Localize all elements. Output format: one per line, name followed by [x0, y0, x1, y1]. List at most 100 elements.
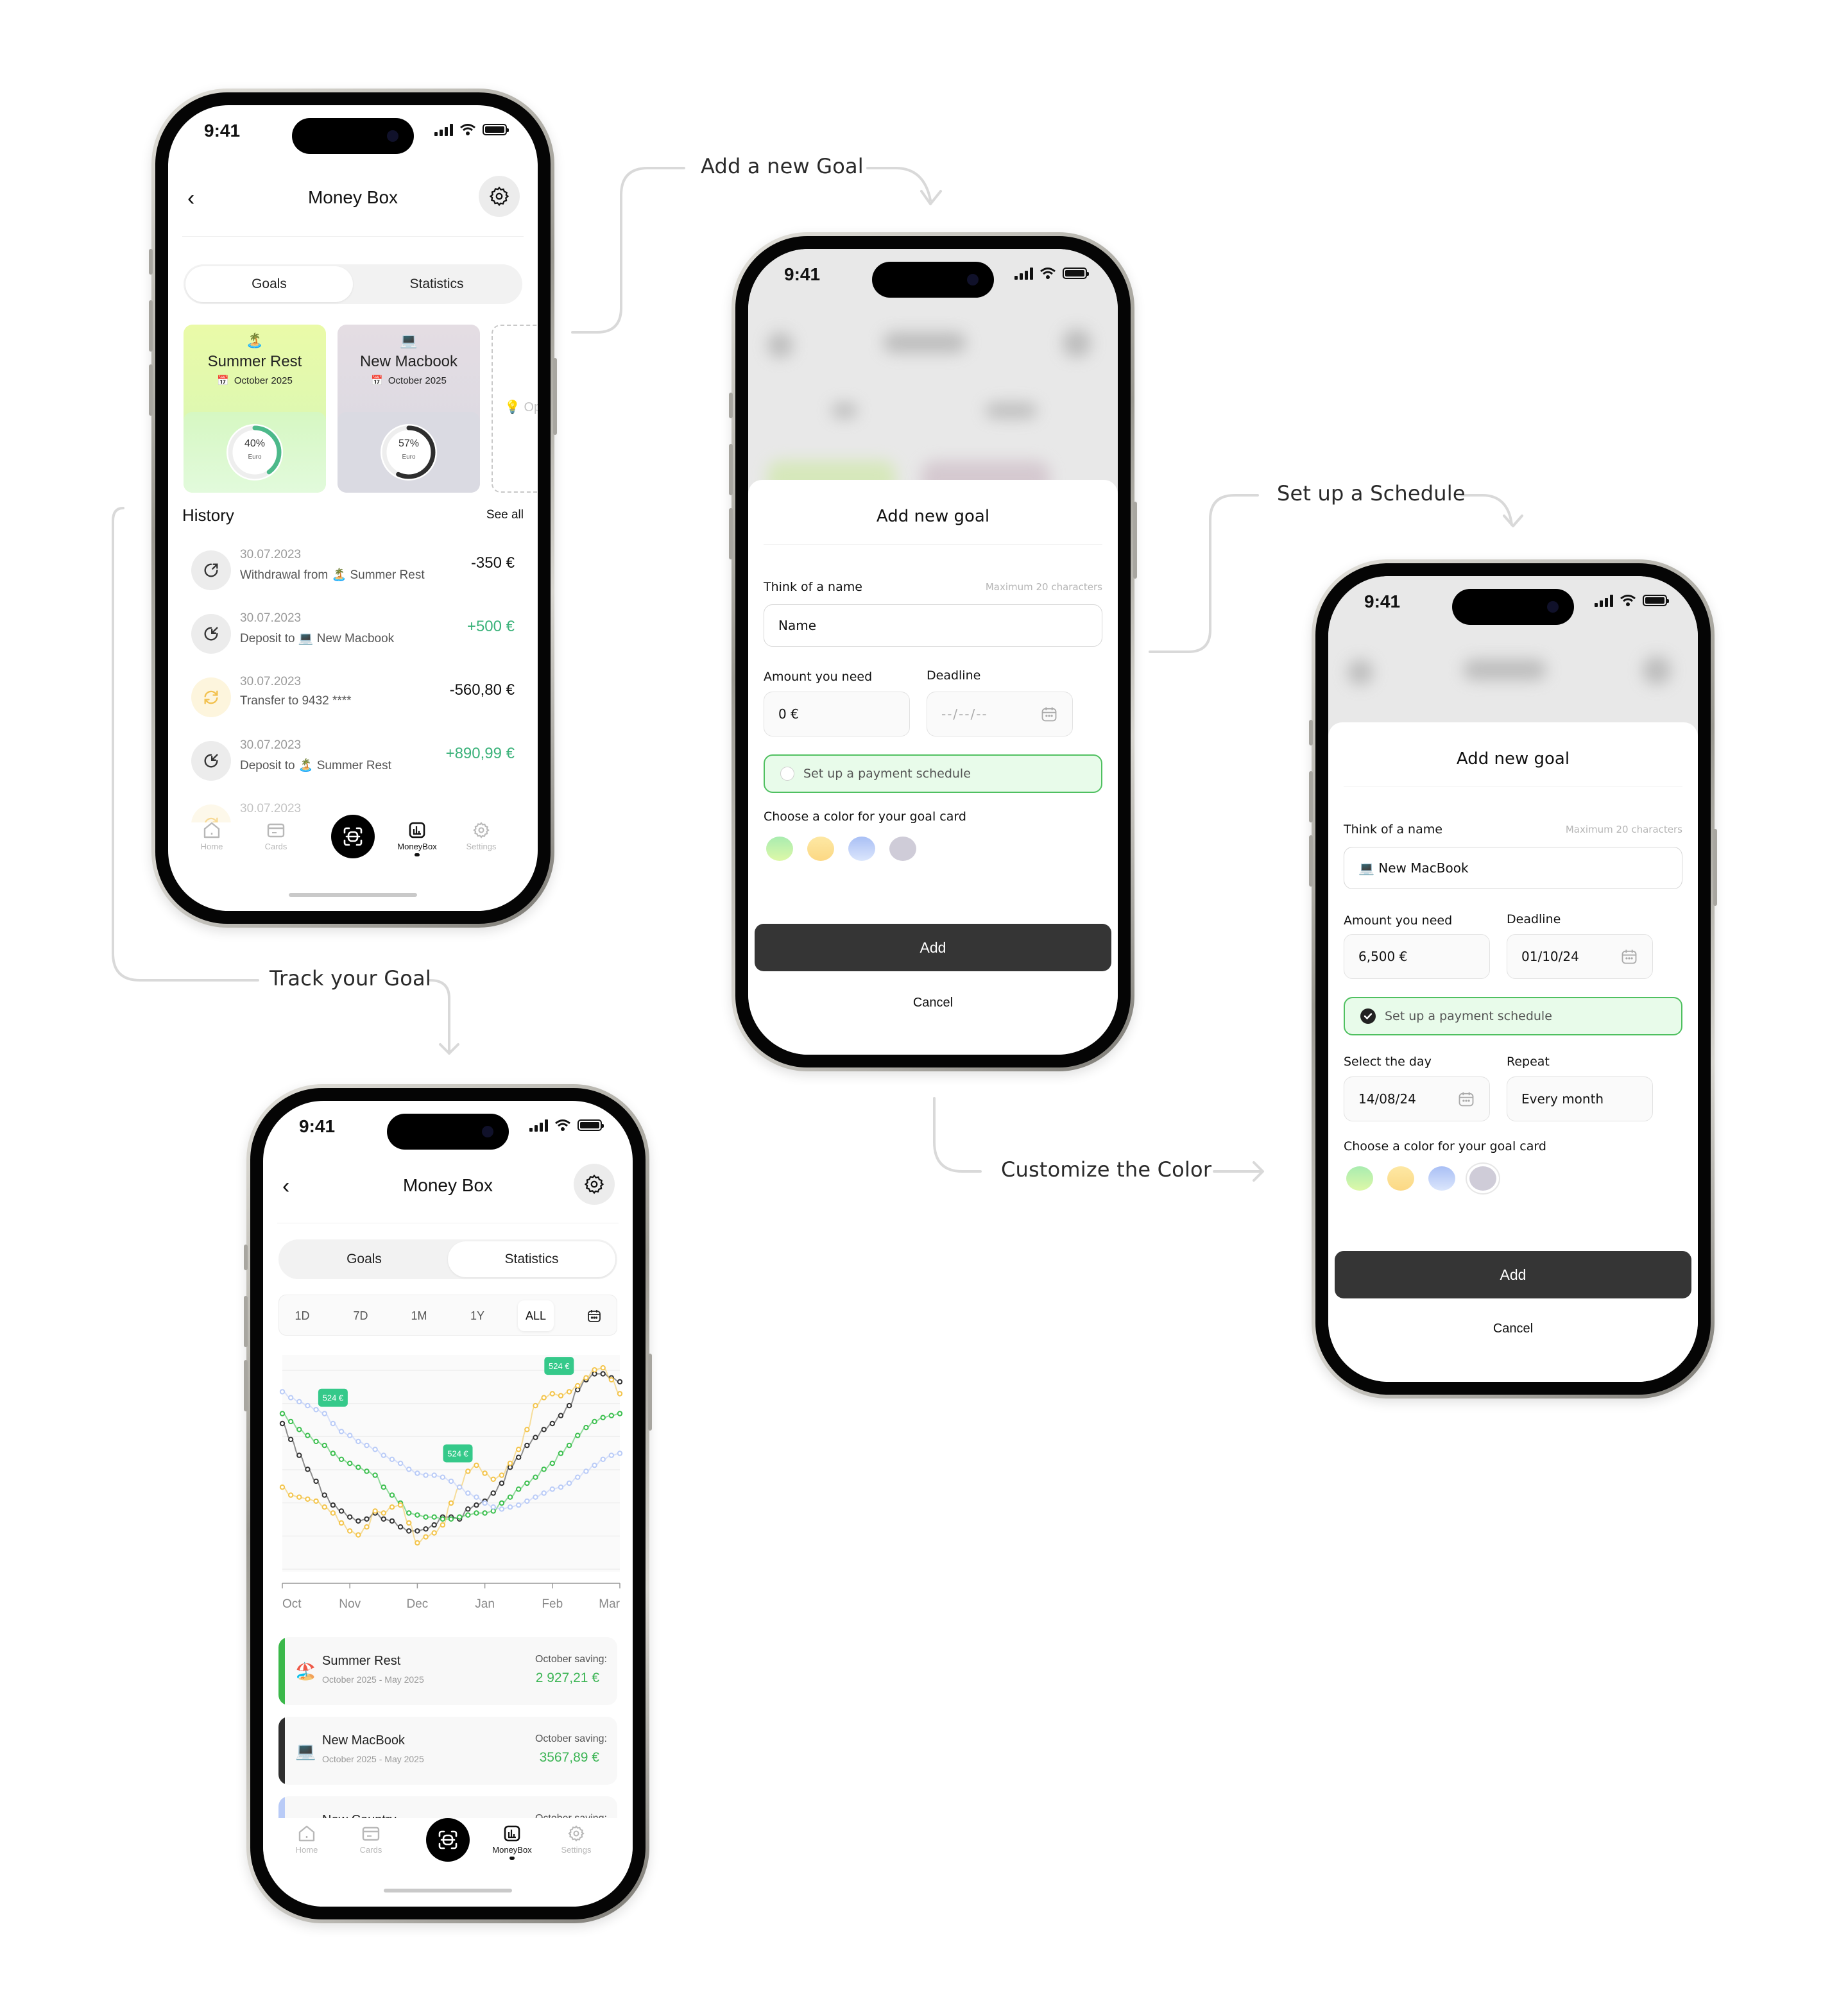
period-all[interactable]: ALL: [518, 1300, 554, 1331]
data-point-yellow: [482, 1470, 488, 1476]
payment-schedule-toggle[interactable]: Set up a payment schedule: [1344, 997, 1682, 1035]
swatch-green[interactable]: [1346, 1166, 1373, 1191]
data-point-green: [456, 1514, 463, 1520]
swatch-gray[interactable]: [889, 837, 916, 861]
saving-label: October saving:: [535, 1654, 607, 1665]
swatch-green[interactable]: [766, 837, 793, 861]
scan-button[interactable]: [426, 1818, 470, 1862]
connector-schedule-arrow: [1460, 494, 1513, 526]
data-point-green: [440, 1516, 446, 1522]
add-goal-card[interactable]: 💡 Op: [492, 325, 538, 493]
status-time: 9:41: [784, 264, 821, 284]
cancel-button[interactable]: Cancel: [748, 996, 1118, 1010]
tab-statistics[interactable]: Statistics: [448, 1241, 615, 1277]
data-point-yellow: [321, 1504, 327, 1510]
tab-moneybox[interactable]: MoneyBox: [391, 821, 443, 856]
color-label: Choose a color for your goal card: [764, 810, 966, 824]
data-point-black: [313, 1478, 319, 1484]
deadline-input[interactable]: 01/10/24: [1507, 934, 1653, 979]
data-point-green: [305, 1433, 311, 1438]
saving-card[interactable]: 💻 New MacBook October 2025 - May 2025 Octob…: [278, 1717, 617, 1785]
name-placeholder: Name: [778, 618, 817, 633]
data-point-blue: [516, 1502, 522, 1508]
amount-input[interactable]: 0 €: [764, 692, 910, 736]
day-value: 14/08/24: [1358, 1091, 1416, 1107]
phone-statistics-screen: 9:41 ‹ Money Box Goals Statistics 1D 7D …: [244, 1084, 652, 1923]
data-point-black: [330, 1502, 336, 1508]
tab-settings[interactable]: Settings: [456, 821, 507, 851]
check-icon[interactable]: [1360, 1008, 1376, 1024]
see-all-link[interactable]: See all: [486, 508, 524, 522]
data-point-blue: [465, 1490, 471, 1496]
add-button[interactable]: Add: [755, 924, 1111, 971]
data-point-green: [499, 1500, 505, 1506]
swatch-gray-selected[interactable]: [1469, 1166, 1496, 1191]
tab-cards[interactable]: Cards: [345, 1824, 397, 1855]
data-point-black: [549, 1420, 555, 1427]
goal-date: October 2025: [388, 375, 447, 386]
schedule-radio[interactable]: [780, 767, 794, 781]
tab-statistics[interactable]: Statistics: [353, 266, 520, 302]
goal-card-summer-rest[interactable]: 🏝️ Summer Rest 📅 October 2025 40% Euro: [184, 325, 326, 493]
saving-emoji: 💻: [295, 1741, 316, 1760]
goal-card-new-macbook[interactable]: 💻 New Macbook 📅 October 2025 57% Euro: [338, 325, 480, 493]
scan-button[interactable]: [331, 815, 375, 858]
dynamic-island: [1452, 589, 1574, 625]
name-input[interactable]: 💻 New MacBook: [1344, 847, 1682, 889]
tab-home[interactable]: Home: [186, 821, 237, 851]
repeat-select[interactable]: Every month: [1507, 1076, 1653, 1121]
tab-cards[interactable]: Cards: [250, 821, 302, 851]
amount-input[interactable]: 6,500 €: [1344, 934, 1490, 979]
data-point-blue: [423, 1472, 429, 1478]
swatch-yellow[interactable]: [1387, 1166, 1414, 1191]
swatch-yellow[interactable]: [807, 837, 834, 861]
data-point-black: [524, 1442, 530, 1449]
settings-button[interactable]: [479, 176, 520, 217]
add-goal-hint: 💡 Op: [504, 400, 538, 414]
calendar-button[interactable]: [576, 1300, 612, 1331]
data-point-green: [592, 1418, 597, 1425]
data-point-yellow: [524, 1427, 530, 1433]
payment-schedule-toggle[interactable]: Set up a payment schedule: [764, 754, 1102, 793]
data-point-blue: [364, 1442, 370, 1449]
history-item[interactable]: 30.07.2023 Deposit to 🏝️ Summer Rest +890,…: [191, 735, 515, 786]
period-1m[interactable]: 1M: [401, 1300, 437, 1331]
saving-card[interactable]: 🏖️ Summer Rest October 2025 - May 2025 Octo…: [278, 1637, 617, 1705]
battery-icon: [578, 1119, 604, 1131]
data-point-green: [423, 1514, 429, 1520]
signal-icon: [1595, 594, 1613, 607]
data-point-yellow: [541, 1395, 547, 1400]
tab-home[interactable]: Home: [281, 1824, 332, 1855]
line-chart: Oct Nov Dec Jan Feb Mar 524 € 524 € 524 €: [279, 1355, 623, 1611]
cancel-button[interactable]: Cancel: [1328, 1322, 1698, 1336]
deadline-input[interactable]: --/--/--: [927, 692, 1073, 736]
period-selector: 1D 7D 1M 1Y ALL: [278, 1295, 617, 1336]
tab-settings[interactable]: Settings: [551, 1824, 602, 1855]
swatch-blue[interactable]: [848, 837, 875, 861]
tab-goals[interactable]: Goals: [280, 1241, 448, 1277]
sheet-divider: [764, 544, 1102, 545]
data-point-yellow: [415, 1540, 420, 1546]
name-input[interactable]: Name: [764, 604, 1102, 647]
add-button[interactable]: Add: [1335, 1251, 1691, 1298]
history-item[interactable]: 30.07.2023 Deposit to 💻 New Macbook +500 €: [191, 608, 515, 659]
data-point-blue: [330, 1420, 336, 1427]
period-7d[interactable]: 7D: [343, 1300, 379, 1331]
progress-ring: 57% Euro: [378, 421, 440, 483]
swatch-blue[interactable]: [1428, 1166, 1455, 1191]
period-1d[interactable]: 1D: [284, 1300, 320, 1331]
data-point-blue: [617, 1450, 623, 1456]
day-input[interactable]: 14/08/24: [1344, 1076, 1490, 1121]
data-point-yellow: [592, 1367, 597, 1373]
period-1y[interactable]: 1Y: [459, 1300, 495, 1331]
data-point-yellow: [313, 1498, 319, 1504]
history-item[interactable]: 30.07.2023 Withdrawal from 🏝️ Summer Rest…: [191, 544, 515, 595]
tab-moneybox[interactable]: MoneyBox: [486, 1824, 538, 1860]
data-point-black: [566, 1402, 572, 1409]
goal-emoji: 💻: [400, 332, 418, 348]
data-point-black: [296, 1452, 302, 1458]
data-point-blue: [347, 1433, 353, 1438]
settings-button[interactable]: [574, 1164, 615, 1205]
history-item[interactable]: 30.07.2023 Transfer to 9432 **** -560,80 €: [191, 671, 515, 722]
tab-goals[interactable]: Goals: [185, 266, 353, 302]
